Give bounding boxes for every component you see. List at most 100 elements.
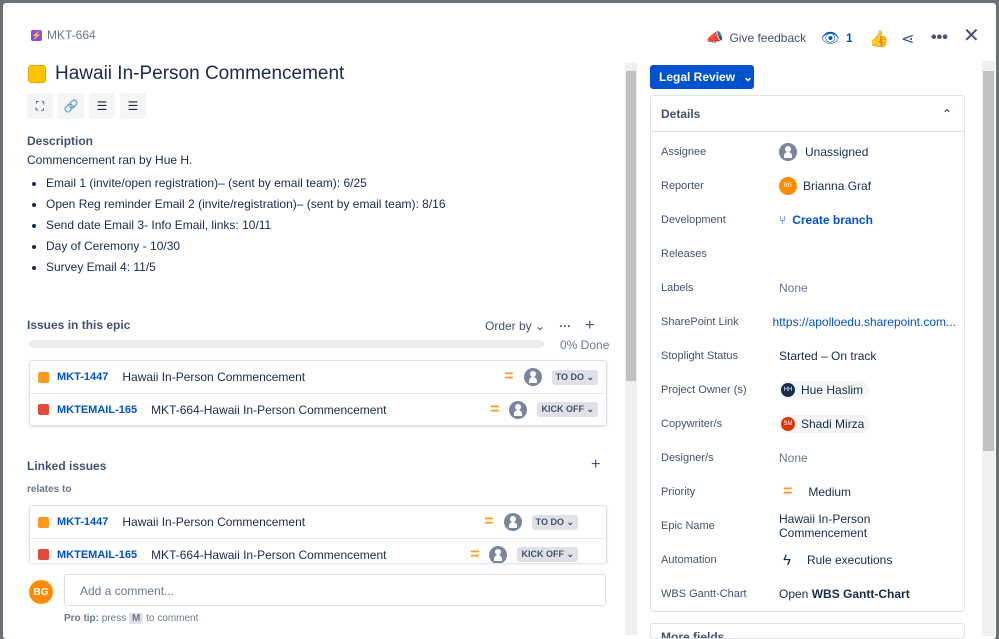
- field-value[interactable]: Hawaii In-Person Commencement: [779, 512, 956, 540]
- add-link-button[interactable]: +: [591, 456, 600, 474]
- more-actions-button[interactable]: •••: [931, 29, 948, 47]
- status-label: KICK OFF: [541, 404, 584, 414]
- priority-medium-icon: =: [484, 513, 494, 530]
- field-label: SharePoint Link: [661, 316, 739, 328]
- more-fields-section[interactable]: More fields: [650, 623, 965, 639]
- detail-row-project-owner-s: Project Owner (s) HH Hue Haslim: [661, 380, 956, 400]
- create-branch-link[interactable]: Create branch: [792, 213, 873, 227]
- description-body[interactable]: Commencement ran by Hue H. Email 1 (invi…: [27, 153, 607, 278]
- status-transition-button[interactable]: Legal Review ⌄: [650, 65, 754, 89]
- status-dropdown[interactable]: KICK OFF ⌄: [517, 547, 578, 562]
- rule-executions-link[interactable]: Rule executions: [807, 553, 892, 567]
- detail-row-sharepoint-link: SharePoint Link https://apolloedu.sharepo…: [661, 312, 956, 332]
- description-item: Survey Email 4: 11/5: [46, 257, 607, 278]
- issue-key-link[interactable]: MKT-664: [47, 28, 96, 42]
- epic-issues-heading: Issues in this epic: [27, 318, 131, 332]
- share-button[interactable]: ⋖: [901, 29, 914, 49]
- user-chip[interactable]: HH Hue Haslim: [779, 381, 870, 399]
- field-value[interactable]: Started – On track: [779, 349, 876, 363]
- field-value-container[interactable]: BG Brianna Graf: [779, 177, 956, 195]
- field-value-container[interactable]: None: [779, 281, 956, 295]
- comment-input[interactable]: Add a comment...: [64, 574, 606, 606]
- child-issue-button[interactable]: ⛶: [27, 93, 53, 119]
- detail-row-assignee: Assignee Unassigned: [661, 142, 956, 162]
- share-icon: ⋖: [901, 31, 915, 48]
- status-label: TO DO: [555, 371, 584, 382]
- field-value-container[interactable]: https://apolloedu.sharepoint.com...: [773, 315, 956, 329]
- field-value-container[interactable]: HH Hue Haslim: [779, 381, 956, 399]
- epic-more-button[interactable]: ···: [559, 319, 571, 333]
- issue-key-link[interactable]: MKTEMAIL-165: [57, 404, 137, 416]
- avatar: [489, 545, 508, 563]
- field-value-container[interactable]: None: [779, 451, 956, 465]
- field-label: Project Owner (s): [661, 384, 747, 396]
- left-scrollbar[interactable]: [625, 63, 637, 635]
- field-label: Labels: [661, 282, 694, 294]
- comment-placeholder: Add a comment...: [80, 584, 175, 598]
- field-value-container[interactable]: = Medium: [779, 483, 956, 501]
- close-button[interactable]: ✕: [963, 23, 980, 48]
- user-avatar: BG: [29, 580, 53, 604]
- avatar: SM: [781, 417, 795, 431]
- add-child-button[interactable]: +: [585, 317, 594, 335]
- issue-key-link[interactable]: MKT-1447: [57, 516, 108, 528]
- table-row[interactable]: MKTEMAIL-165 MKT-664-Hawaii In-Person Com…: [30, 538, 606, 563]
- link-issue-button[interactable]: 🔗: [58, 93, 84, 119]
- status-label: KICK OFF: [521, 549, 564, 559]
- detail-row-epic-name: Epic Name Hawaii In-Person Commencement: [661, 512, 956, 540]
- detail-row-wbs-gantt-chart: WBS Gantt-Chart Open WBS Gantt-Chart: [661, 584, 956, 604]
- status-dropdown[interactable]: TO DO ⌄: [531, 514, 578, 530]
- field-value-container[interactable]: Hawaii In-Person Commencement: [779, 512, 956, 540]
- status-dropdown[interactable]: TO DO ⌄: [551, 369, 598, 385]
- issue-key-link[interactable]: MKT-1447: [57, 371, 108, 383]
- wbs-link[interactable]: Open WBS Gantt-Chart: [779, 587, 910, 601]
- watch-button[interactable]: 👁 1: [821, 29, 853, 47]
- idea-type-icon: [38, 371, 49, 383]
- field-label: Reporter: [661, 180, 704, 192]
- issue-summary: Hawaii In-Person Commencement: [122, 370, 306, 384]
- epic-issues-list: MKT-1447 Hawaii In-Person Commencement = TO…: [29, 360, 607, 426]
- link-icon: 🔗: [63, 99, 79, 113]
- sharepoint-link[interactable]: https://apolloedu.sharepoint.com...: [773, 315, 956, 329]
- breadcrumb[interactable]: ⚡ MKT-664: [31, 28, 96, 42]
- field-value[interactable]: None: [779, 281, 808, 295]
- field-value-container[interactable]: SM Shadi Mirza: [779, 415, 956, 433]
- user-chip[interactable]: SM Shadi Mirza: [779, 415, 871, 433]
- detail-row-priority: Priority = Medium: [661, 482, 956, 502]
- table-row[interactable]: MKT-1447 Hawaii In-Person Commencement = TO…: [30, 361, 606, 393]
- field-value-container[interactable]: Started – On track: [779, 349, 956, 363]
- status-dropdown[interactable]: KICK OFF ⌄: [537, 402, 598, 417]
- gantt-button-2[interactable]: ☰: [120, 93, 146, 119]
- field-value-container[interactable]: Unassigned: [779, 143, 956, 161]
- details-header[interactable]: Details ⌃: [651, 96, 964, 132]
- field-label: Automation: [661, 554, 717, 566]
- feedback-button[interactable]: 📣 Give feedback: [706, 29, 806, 46]
- more-fields-label: More fields: [661, 630, 725, 639]
- field-label: Stoplight Status: [661, 350, 739, 362]
- gantt-button-1[interactable]: ☰: [89, 93, 115, 119]
- field-label: Copywriter/s: [661, 418, 723, 430]
- page-title[interactable]: Hawaii In-Person Commencement: [55, 63, 344, 85]
- like-button[interactable]: 👍: [869, 29, 889, 49]
- epic-progress-bar: [29, 340, 544, 348]
- tip-press: press: [101, 613, 127, 624]
- description-intro: Commencement ran by Hue H.: [27, 153, 193, 167]
- field-value-container[interactable]: ⑂ Create branch: [779, 213, 956, 227]
- field-value: Brianna Graf: [803, 179, 872, 193]
- detail-row-stoplight-status: Stoplight Status Started – On track: [661, 346, 956, 366]
- table-row[interactable]: MKT-1447 Hawaii In-Person Commencement = TO…: [30, 506, 606, 538]
- field-value: Hue Haslim: [801, 383, 864, 397]
- field-value: Unassigned: [805, 145, 869, 159]
- epic-type-icon: ⚡: [31, 29, 42, 41]
- gantt-icon: ☰: [127, 99, 139, 113]
- field-value[interactable]: None: [779, 451, 808, 465]
- field-value-container[interactable]: Open WBS Gantt-Chart: [779, 587, 956, 601]
- issue-key-link[interactable]: MKTEMAIL-165: [57, 549, 137, 561]
- link-prefix: Open: [779, 587, 809, 601]
- table-row[interactable]: MKTEMAIL-165 MKT-664-Hawaii In-Person Com…: [30, 393, 606, 425]
- field-value-container[interactable]: ϟ Rule executions: [779, 552, 956, 569]
- eye-icon: 👁: [821, 30, 841, 47]
- right-scrollbar[interactable]: [982, 61, 995, 636]
- order-by-button[interactable]: Order by ⌄: [485, 319, 545, 333]
- details-heading: Details: [661, 106, 701, 121]
